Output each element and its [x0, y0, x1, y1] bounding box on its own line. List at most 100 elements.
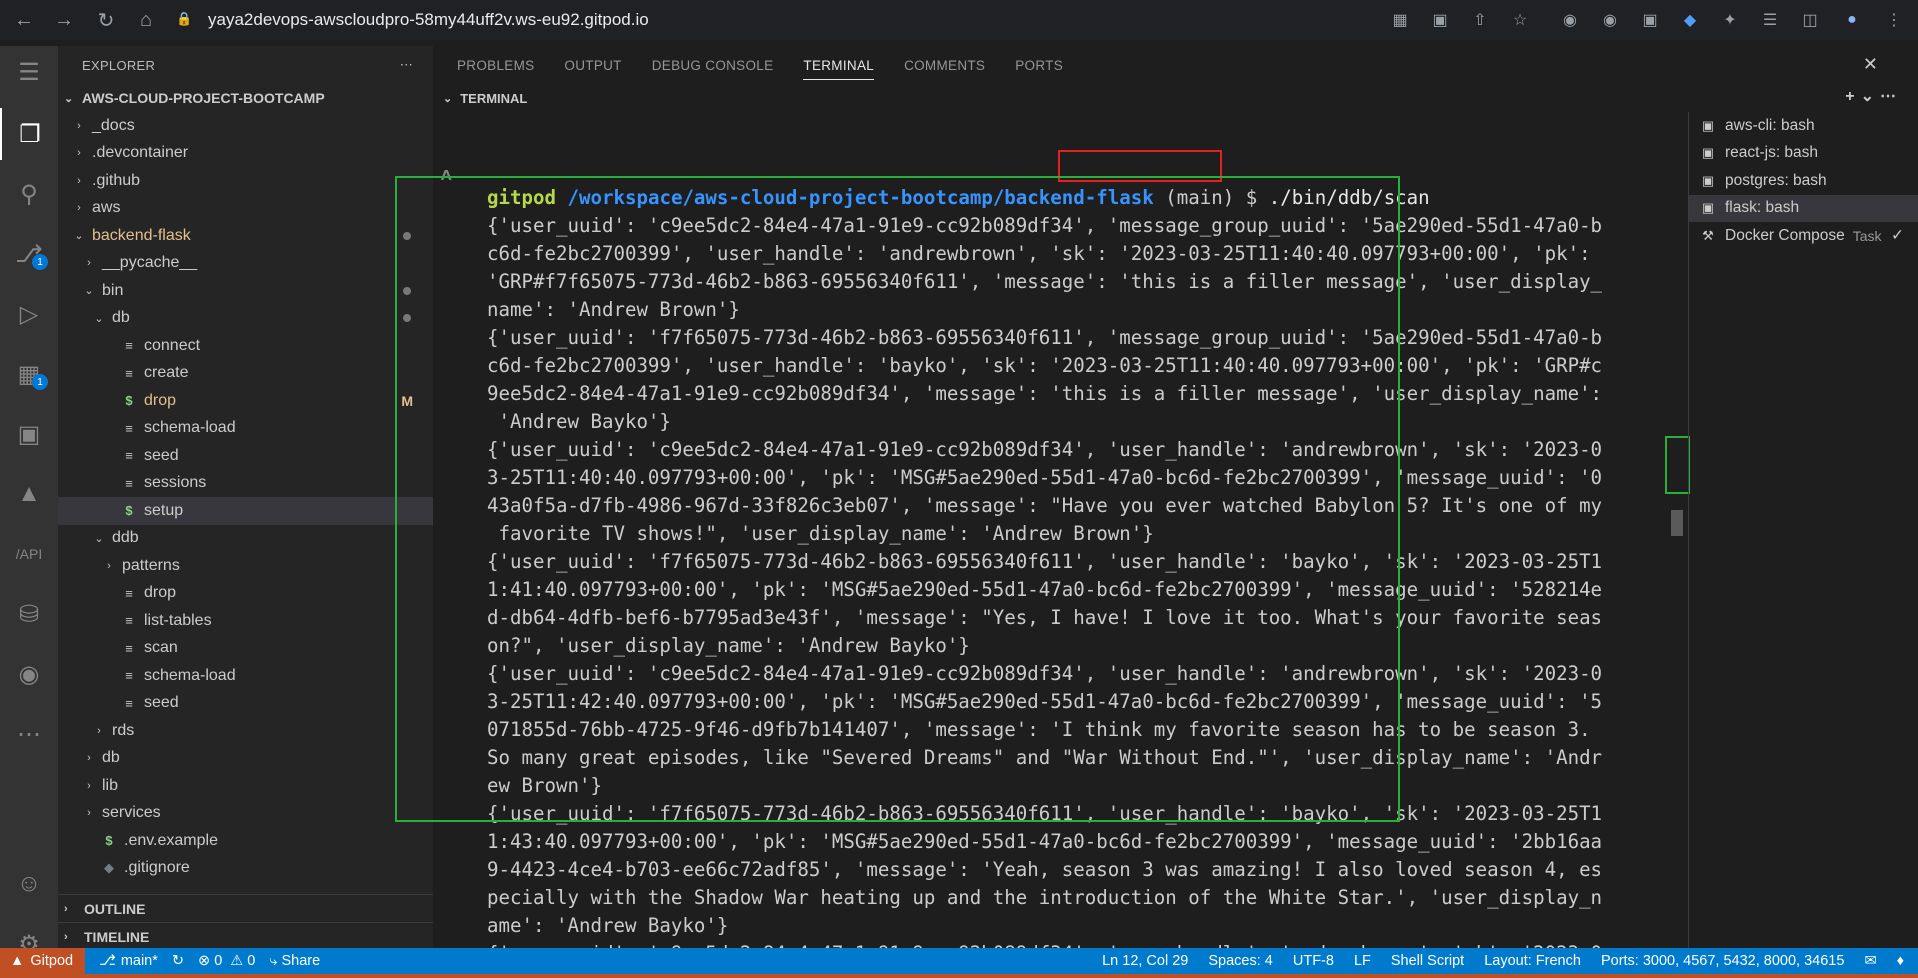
language-mode[interactable]: Shell Script	[1391, 953, 1464, 969]
source-control-icon[interactable]: ⎇ 1	[0, 228, 58, 280]
translate-icon[interactable]: ▣	[1426, 6, 1454, 34]
tree-file[interactable]: $ setup	[58, 497, 433, 525]
tree-file[interactable]: ≡ scan	[58, 635, 433, 663]
back-arrow-icon[interactable]: ←	[6, 2, 42, 38]
keyboard-layout[interactable]: Layout: French	[1484, 953, 1581, 969]
explorer-files-icon[interactable]: ❐	[0, 108, 58, 160]
tab-comments[interactable]: COMMENTS	[904, 46, 985, 84]
more-icon[interactable]: ⋯	[0, 708, 58, 760]
end-of-line[interactable]: LF	[1354, 953, 1371, 969]
search-icon[interactable]: ⚲	[0, 168, 58, 220]
more-actions-icon[interactable]: ⋯	[400, 57, 413, 73]
tree-file[interactable]: ≡ sessions	[58, 470, 433, 498]
tab-problems[interactable]: PROBLEMS	[457, 46, 534, 84]
panel-tabs: PROBLEMS OUTPUT DEBUG CONSOLE TERMINAL COMME…	[433, 46, 1918, 84]
tree-file[interactable]: ◆ .gitignore	[58, 855, 433, 883]
terminal-section-header[interactable]: ⌄ TERMINAL +⌄⋯	[433, 84, 1918, 112]
outline-section[interactable]: › OUTLINE	[58, 894, 433, 922]
sync-button[interactable]: ↻	[172, 953, 184, 969]
tree-folder[interactable]: › rds	[58, 717, 433, 745]
install-app-icon[interactable]: ▦	[1386, 6, 1414, 34]
forward-arrow-icon[interactable]: →	[46, 2, 82, 38]
tab-terminal[interactable]: TERMINAL	[803, 46, 874, 84]
tree-file[interactable]: ≡ schema-load	[58, 662, 433, 690]
puzzle-extensions-icon[interactable]: ✦	[1716, 6, 1744, 34]
terminal-line: ame': 'Andrew Bayko'}	[487, 914, 729, 937]
profile-avatar-icon[interactable]: ●	[1838, 6, 1866, 34]
notifications-bell-icon[interactable]: ♦	[1897, 953, 1904, 969]
tree-item-label: create	[144, 364, 189, 382]
tree-folder[interactable]: › .github	[58, 167, 433, 195]
tab-ports[interactable]: PORTS	[1015, 46, 1063, 84]
tree-folder[interactable]: ⌄ bin	[58, 277, 433, 305]
tree-folder[interactable]: ⌄ backend-flask	[58, 222, 433, 250]
tree-file[interactable]: ≡ connect	[58, 332, 433, 360]
tree-file[interactable]: ≡ seed	[58, 690, 433, 718]
tab-debug-console[interactable]: DEBUG CONSOLE	[652, 46, 774, 84]
project-root[interactable]: ⌄ AWS-CLOUD-PROJECT-BOOTCAMP	[58, 84, 433, 112]
address-bar[interactable]: 🔒 yaya2devops-awscloudpro-58my44uff2v.ws…	[172, 4, 1372, 36]
run-debug-icon[interactable]: ▷	[0, 288, 58, 340]
media-playlist-icon[interactable]: ☰	[1756, 6, 1784, 34]
branch-indicator[interactable]: ⎇ main*	[99, 953, 158, 969]
extension-icon-1[interactable]: ◉	[1556, 6, 1584, 34]
tree-folder[interactable]: › services	[58, 800, 433, 828]
timeline-section[interactable]: › TIMELINE	[58, 922, 433, 950]
terminal-list-item[interactable]: ▣ react-js: bash	[1689, 140, 1918, 168]
terminal-view[interactable]: ᴀ gitpod /workspace/aws-cloud-project-bo…	[395, 112, 1690, 978]
docker-icon[interactable]: ▣	[0, 408, 58, 460]
terminal-scrollbar[interactable]	[1671, 510, 1683, 536]
extension-icon-3[interactable]: ▣	[1636, 6, 1664, 34]
reload-icon[interactable]: ↻	[88, 2, 124, 38]
tree-folder[interactable]: › .devcontainer	[58, 140, 433, 168]
database-icon[interactable]: ⛁	[0, 588, 58, 640]
indentation[interactable]: Spaces: 4	[1208, 953, 1273, 969]
ports-indicator[interactable]: Ports: 3000, 4567, 5432, 8000, 34615	[1601, 953, 1844, 969]
tree-folder[interactable]: › aws	[58, 195, 433, 223]
share-label: Share	[281, 953, 321, 969]
tree-folder[interactable]: › patterns	[58, 552, 433, 580]
tree-folder[interactable]: › _docs	[58, 112, 433, 140]
tree-file[interactable]: $ drop M	[58, 387, 433, 415]
tree-file[interactable]: ≡ drop	[58, 580, 433, 608]
tree-file[interactable]: $ .env.example	[58, 827, 433, 855]
tree-item-label: patterns	[122, 556, 180, 574]
share-button[interactable]: ⤷ Share	[269, 953, 320, 969]
tree-item-label: rds	[112, 721, 135, 739]
cursor-position[interactable]: Ln 12, Col 29	[1102, 953, 1188, 969]
terminal-list-item[interactable]: ▣ flask: bash	[1689, 194, 1918, 222]
share-icon[interactable]: ⇧	[1466, 6, 1494, 34]
bookmark-star-icon[interactable]: ☆	[1506, 6, 1534, 34]
tree-file[interactable]: ≡ schema-load	[58, 415, 433, 443]
tree-file[interactable]: ≡ create	[58, 360, 433, 388]
api-icon[interactable]: /API	[0, 528, 58, 580]
remote-indicator[interactable]: ▲ Gitpod	[0, 948, 86, 974]
encoding[interactable]: UTF-8	[1293, 953, 1334, 969]
home-icon[interactable]: ⌂	[128, 2, 164, 38]
terminal-list-item[interactable]: ▣ aws-cli: bash	[1689, 112, 1918, 140]
tree-folder[interactable]: › __pycache__	[58, 250, 433, 278]
tree-folder[interactable]: › lib	[58, 772, 433, 800]
account-icon[interactable]: ☺	[0, 858, 58, 910]
extension-icon-2[interactable]: ◉	[1596, 6, 1624, 34]
extension-icon-4[interactable]: ◆	[1676, 6, 1704, 34]
feedback-icon[interactable]: ✉	[1864, 953, 1876, 969]
chevron-right-icon: ›	[97, 724, 101, 737]
problems-indicator[interactable]: ⊗ 0 ⚠ 0	[198, 953, 255, 969]
terminal-list-item[interactable]: ▣ postgres: bash	[1689, 167, 1918, 195]
tree-folder[interactable]: ⌄ ddb	[58, 525, 433, 553]
tree-folder[interactable]: ⌄ db	[58, 305, 433, 333]
tree-folder[interactable]: › db	[58, 745, 433, 773]
browser-menu-icon[interactable]: ⋮	[1880, 6, 1908, 34]
github-icon[interactable]: ◉	[0, 648, 58, 700]
testing-flask-icon[interactable]: ▲	[0, 468, 58, 520]
terminal-list-item[interactable]: ⚒ Docker Compose Task ✓	[1689, 222, 1918, 250]
close-panel-icon[interactable]: ✕	[1863, 54, 1878, 75]
tree-file[interactable]: ≡ seed	[58, 442, 433, 470]
tree-file[interactable]: ≡ list-tables	[58, 607, 433, 635]
tab-output[interactable]: OUTPUT	[564, 46, 621, 84]
menu-icon[interactable]: ☰	[0, 46, 58, 98]
new-terminal-icon[interactable]: +⌄⋯	[1845, 86, 1902, 106]
side-panel-icon[interactable]: ◫	[1796, 6, 1824, 34]
extensions-icon[interactable]: ▦ 1	[0, 348, 58, 400]
